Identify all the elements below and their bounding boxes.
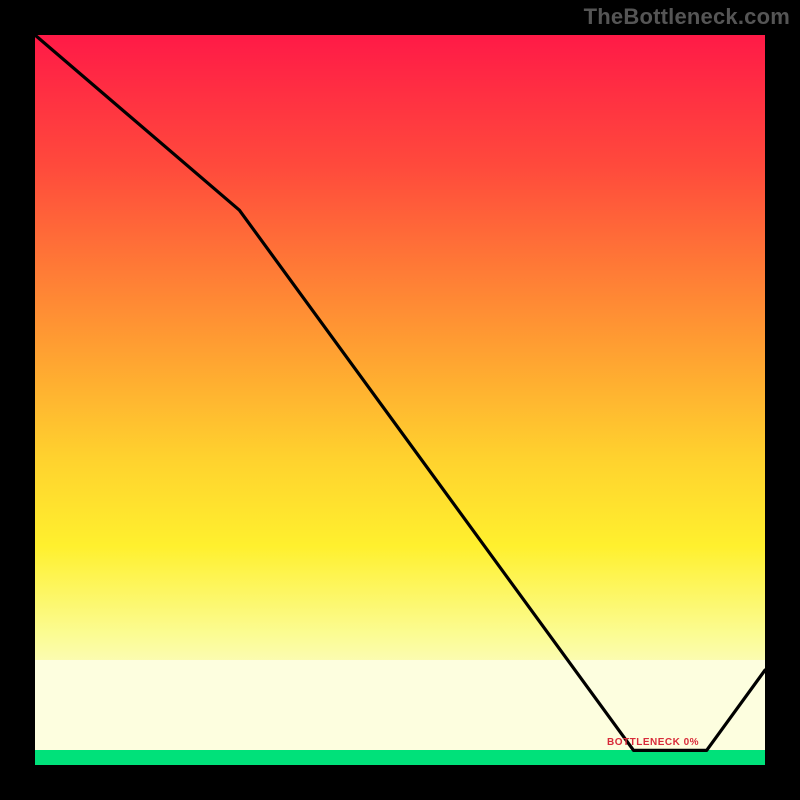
bottleneck-annotation: BOTTLENECK 0% — [607, 737, 699, 748]
plot-area: BOTTLENECK 0% — [30, 30, 770, 770]
chart-stage: TheBottleneck.com BOTTLENECK 0% — [0, 0, 800, 800]
watermark-text: TheBottleneck.com — [584, 4, 790, 30]
data-line — [35, 35, 765, 765]
